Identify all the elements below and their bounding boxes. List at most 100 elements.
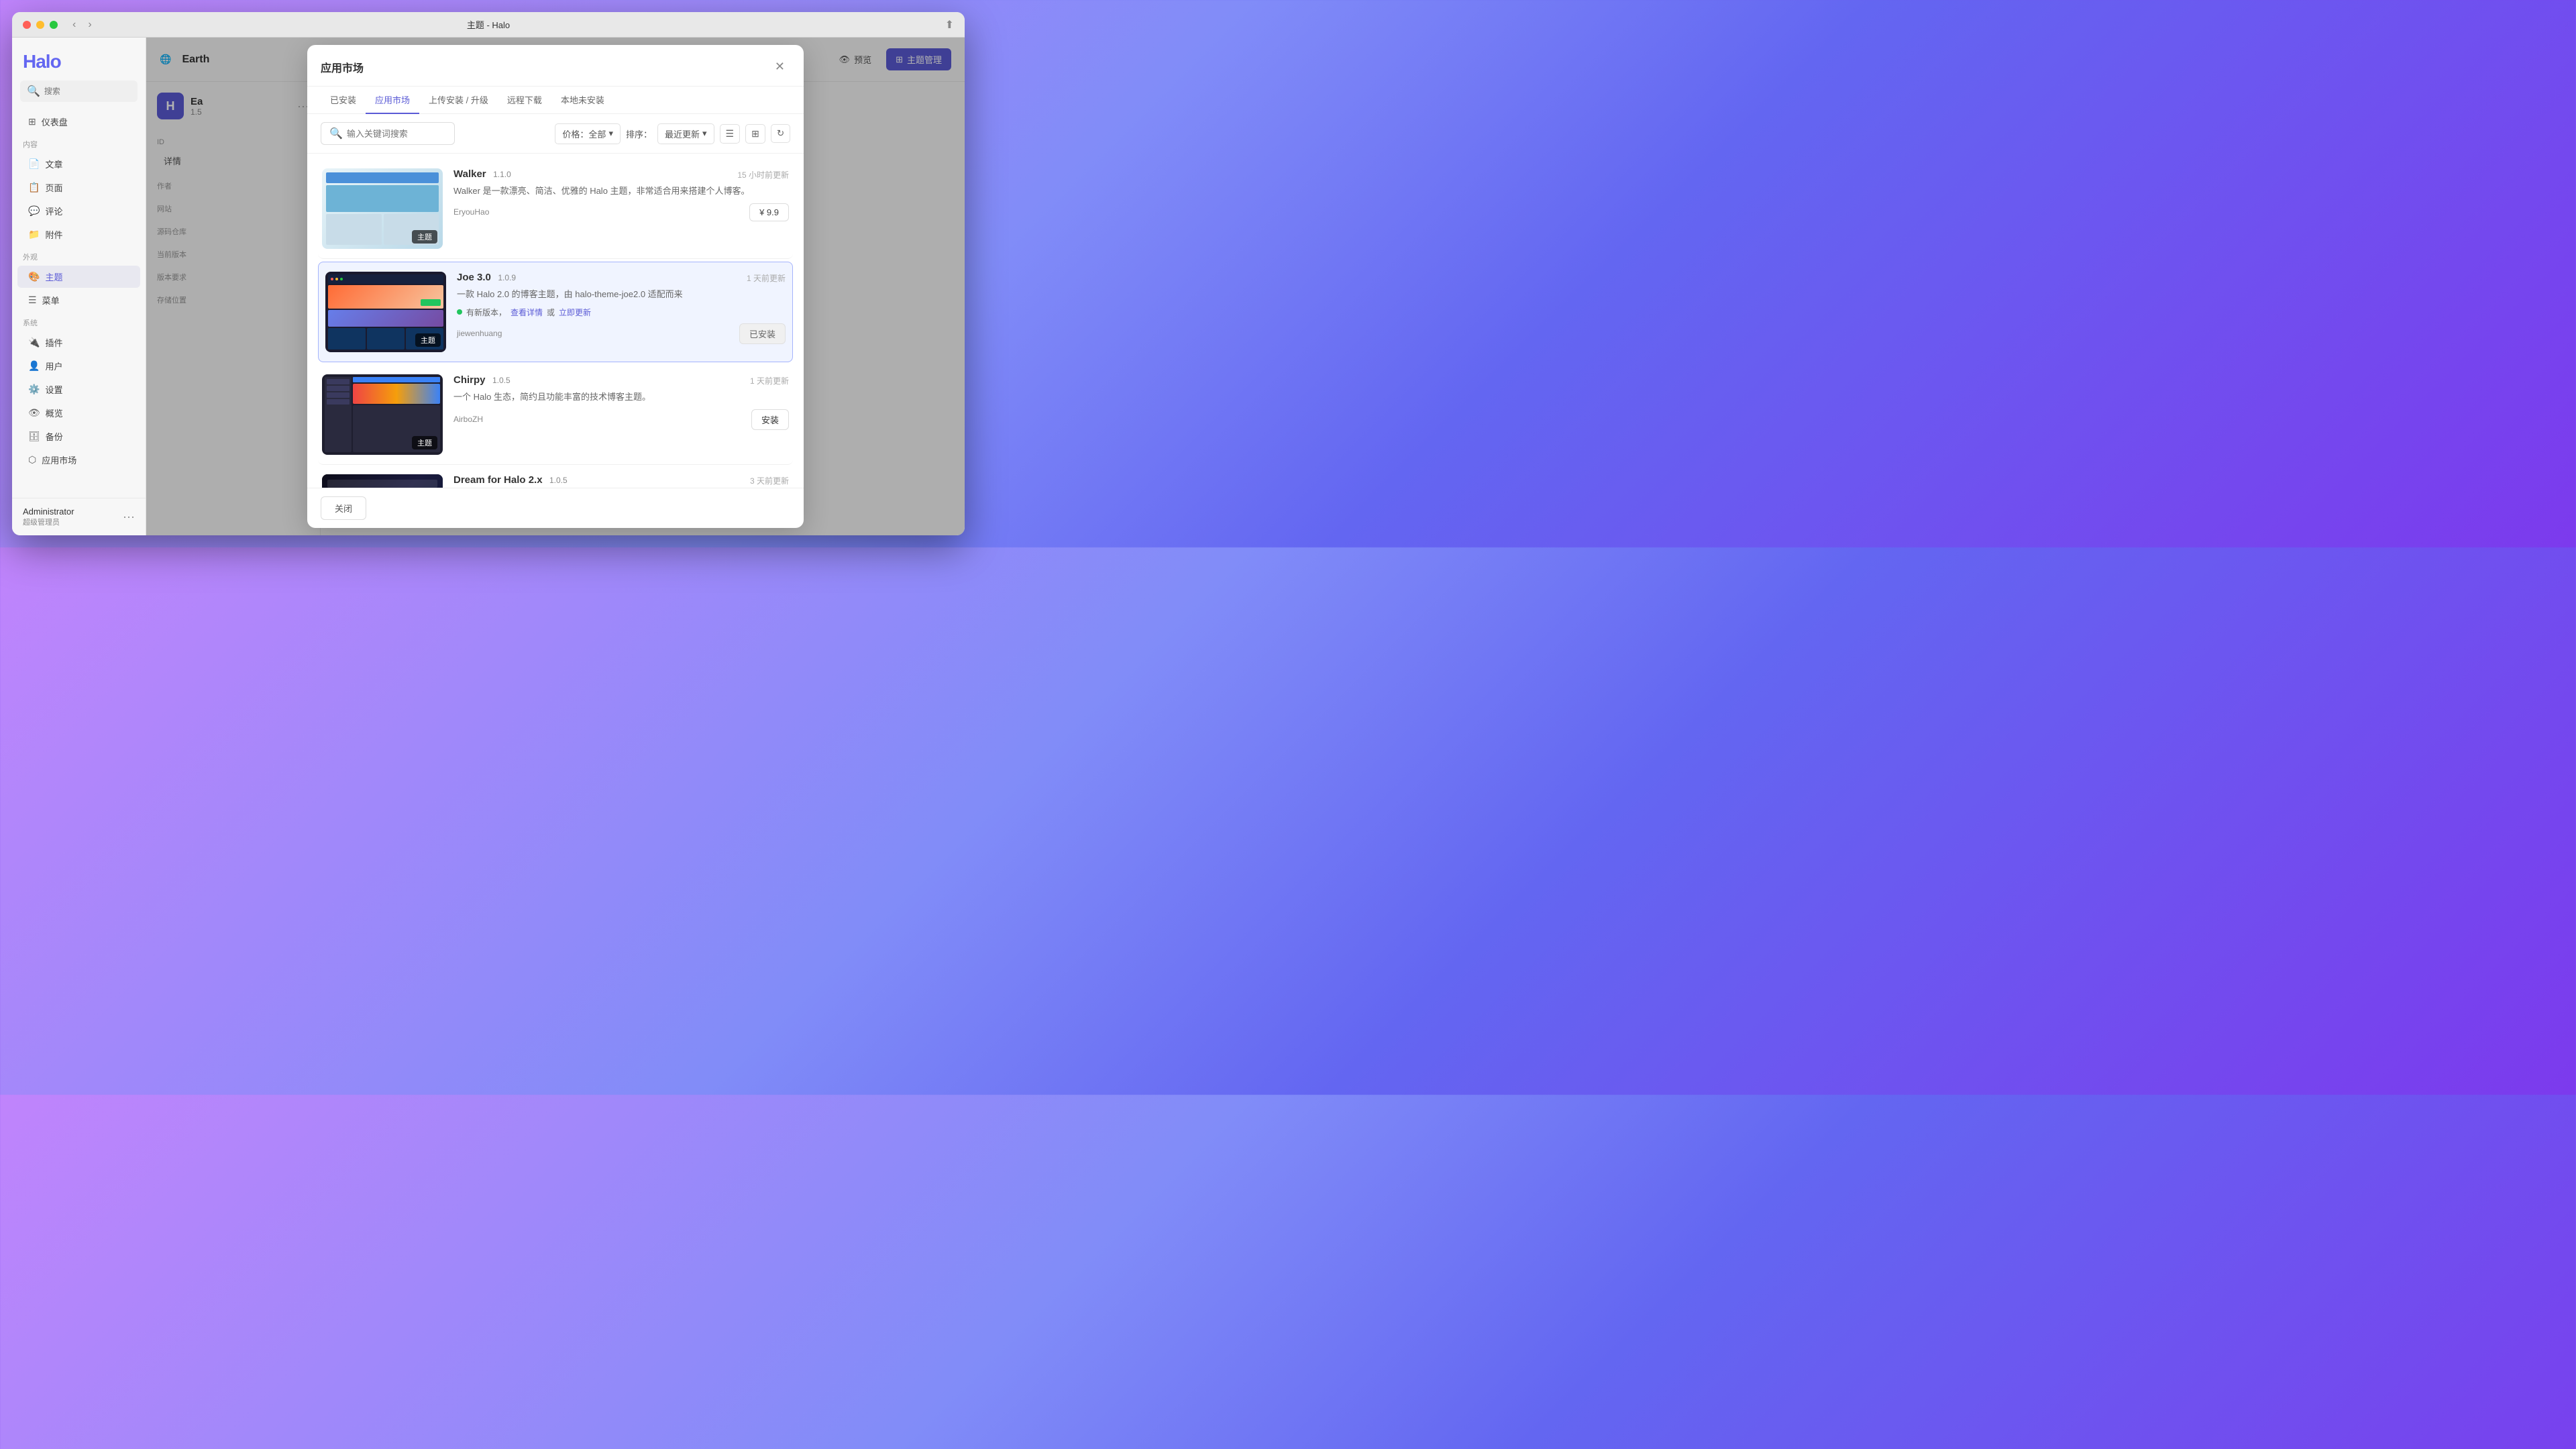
view-detail-link[interactable]: 查看详情 [511, 307, 543, 318]
theme-icon: 🎨 [28, 271, 40, 282]
forward-button[interactable]: › [84, 17, 95, 32]
joe-header: Joe 3.0 1.0.9 1 天前更新 [457, 272, 786, 284]
update-now-link[interactable]: 立即更新 [559, 307, 591, 318]
modal-toolbar: 🔍 价格：全部 ▾ 排序： 最近更新 ▾ [307, 114, 804, 154]
joe-name-block: Joe 3.0 1.0.9 [457, 272, 516, 284]
tab-installed[interactable]: 已安装 [321, 87, 366, 114]
sidebar-label-menus: 菜单 [42, 294, 60, 307]
sidebar-label-dashboard: 仪表盘 [42, 115, 68, 128]
sidebar-label-plugins: 插件 [45, 336, 62, 349]
tab-market[interactable]: 应用市场 [366, 87, 419, 114]
sidebar-item-attachments[interactable]: 📁 附件 [17, 223, 140, 246]
theme-thumbnail-joe: 主题 [325, 272, 446, 352]
sidebar-item-themes[interactable]: 🎨 主题 [17, 266, 140, 288]
chirpy-actions: AirboZH 安装 [453, 409, 789, 430]
share-icon[interactable]: ⬆ [945, 18, 954, 32]
sidebar-logo: Halo [12, 38, 146, 80]
dream-info: Dream for Halo 2.x 1.0.5 3 天前更新 适配 Halo … [453, 474, 789, 488]
sidebar-section-appearance: 外观 [12, 246, 146, 265]
joe-info: Joe 3.0 1.0.9 1 天前更新 一款 Halo 2.0 的博客主题，由… [457, 272, 786, 344]
theme-item-dream: Dream for Halo 2.x 1.0.5 3 天前更新 适配 Halo … [318, 465, 793, 488]
sidebar-item-articles[interactable]: 📄 文章 [17, 153, 140, 175]
joe-actions: jiewenhuang 已安装 [457, 323, 786, 344]
comment-icon: 💬 [28, 205, 40, 217]
sort-button[interactable]: 最近更新 ▾ [657, 123, 714, 144]
backup-icon: 🗄 [28, 431, 40, 442]
sidebar-item-plugins[interactable]: 🔌 插件 [17, 331, 140, 354]
search-input[interactable] [44, 87, 148, 96]
joe-update-notice: 有新版本， 查看详情 或 立即更新 [457, 307, 786, 318]
minimize-button[interactable] [36, 21, 44, 29]
walker-author: EryouHao [453, 207, 489, 217]
chirpy-info: Chirpy 1.0.5 1 天前更新 一个 Halo 生态，简约且功能丰富的技… [453, 374, 789, 430]
joe-update-time: 1 天前更新 [747, 272, 786, 284]
sidebar-role: 超级管理员 [23, 517, 74, 527]
sidebar-footer: Administrator 超级管理员 ··· [12, 498, 146, 535]
refresh-button[interactable]: ↻ [771, 124, 790, 143]
chirpy-install-button[interactable]: 安装 [751, 409, 789, 430]
sidebar-item-comments[interactable]: 💬 评论 [17, 200, 140, 222]
sidebar: Halo 🔍 ⌘+K ⊞ 仪表盘 内容 📄 文章 📋 页面 � [12, 38, 146, 535]
modal-header: 应用市场 ✕ [307, 45, 804, 87]
user-icon: 👤 [28, 360, 40, 372]
sidebar-more-button[interactable]: ··· [123, 510, 135, 524]
modal-close-button[interactable]: ✕ [769, 57, 790, 76]
joe-installed-button[interactable]: 已安装 [739, 323, 786, 344]
modal-close-footer-button[interactable]: 关闭 [321, 496, 366, 520]
update-or-text: 或 [547, 307, 555, 318]
page-icon: 📋 [28, 182, 40, 193]
doc-icon: 📄 [28, 158, 40, 170]
tab-remote[interactable]: 远程下载 [498, 87, 551, 114]
sidebar-label-comments: 评论 [45, 205, 62, 217]
search-box-icon: 🔍 [329, 127, 343, 140]
sidebar-item-pages[interactable]: 📋 页面 [17, 176, 140, 199]
chirpy-header: Chirpy 1.0.5 1 天前更新 [453, 374, 789, 386]
window-title: 主题 - Halo [467, 18, 510, 31]
joe-description: 一款 Halo 2.0 的博客主题，由 halo-theme-joe2.0 适配… [457, 288, 786, 301]
walker-description: Walker 是一款漂亮、简洁、优雅的 Halo 主题，非常适合用来搭建个人博客… [453, 184, 789, 198]
tab-upload[interactable]: 上传安装 / 升级 [419, 87, 498, 114]
walker-update-time: 15 小时前更新 [737, 169, 789, 180]
settings-icon: ⚙️ [28, 384, 40, 395]
dream-version: 1.0.5 [549, 476, 568, 485]
dream-name-block: Dream for Halo 2.x 1.0.5 [453, 474, 568, 486]
sidebar-item-overview[interactable]: 👁 概览 [17, 402, 140, 424]
back-button[interactable]: ‹ [68, 17, 80, 32]
sidebar-label-appmarket: 应用市场 [42, 453, 76, 466]
title-bar: ‹ › 主题 - Halo ⬆ [12, 12, 965, 38]
theme-item-joe: 主题 Joe 3.0 1.0.9 1 天前更新 [318, 262, 793, 362]
chirpy-name-block: Chirpy 1.0.5 [453, 374, 511, 386]
grid-view-button[interactable]: ⊞ [745, 124, 765, 144]
walker-price[interactable]: ¥ 9.9 [749, 203, 789, 221]
maximize-button[interactable] [50, 21, 58, 29]
chirpy-author: AirboZH [453, 415, 483, 424]
chirpy-version: 1.0.5 [492, 376, 511, 385]
sidebar-label-settings: 设置 [45, 383, 62, 396]
sidebar-label-overview: 概览 [46, 407, 63, 419]
search-box[interactable]: 🔍 [321, 122, 455, 145]
sidebar-label-backup: 备份 [46, 430, 63, 443]
price-filter-button[interactable]: 价格：全部 ▾ [555, 123, 621, 144]
sidebar-item-backup[interactable]: 🗄 备份 [17, 425, 140, 447]
list-view-button[interactable]: ☰ [720, 124, 741, 144]
app-icon: ⬡ [28, 454, 36, 466]
sidebar-item-settings[interactable]: ⚙️ 设置 [17, 378, 140, 400]
walker-name: Walker [453, 168, 486, 180]
keyword-search-input[interactable] [347, 129, 465, 139]
sidebar-search[interactable]: 🔍 ⌘+K [20, 80, 138, 102]
walker-version: 1.1.0 [493, 170, 511, 179]
sidebar-item-dashboard[interactable]: ⊞ 仪表盘 [17, 111, 140, 133]
walker-actions: EryouHao ¥ 9.9 [453, 203, 789, 221]
sidebar-section-system: 系统 [12, 312, 146, 331]
sidebar-item-menus[interactable]: ☰ 菜单 [17, 289, 140, 311]
dream-name: Dream for Halo 2.x [453, 474, 543, 486]
tab-local[interactable]: 本地未安装 [551, 87, 614, 114]
sidebar-label-users: 用户 [45, 360, 62, 372]
sidebar-item-users[interactable]: 👤 用户 [17, 355, 140, 377]
search-icon: 🔍 [27, 85, 40, 98]
sidebar-item-appmarket[interactable]: ⬡ 应用市场 [17, 449, 140, 471]
joe-name: Joe 3.0 [457, 272, 491, 283]
nav-buttons: ‹ › [68, 17, 96, 32]
sidebar-user: Administrator 超级管理员 [23, 506, 74, 527]
close-button[interactable] [23, 21, 31, 29]
